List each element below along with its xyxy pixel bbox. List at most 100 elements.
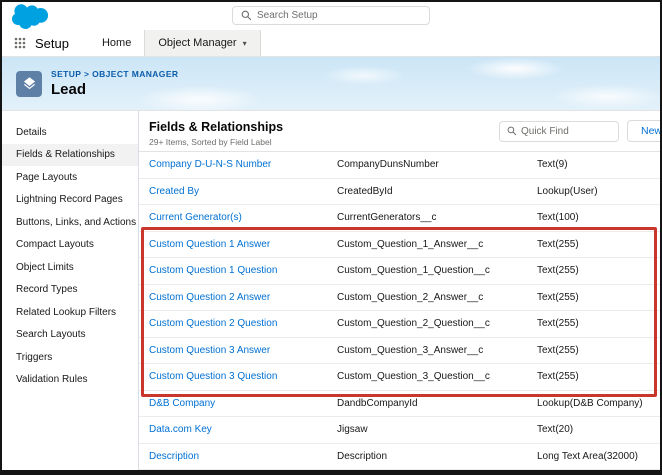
quick-find-input[interactable] xyxy=(520,125,618,137)
field-data-type: Text(255) xyxy=(537,344,579,356)
salesforce-setup-window: Setup Home Object Manager ▾ SETUP > OBJE… xyxy=(0,0,662,475)
sidebar-item-label: Record Types xyxy=(16,284,78,296)
sidebar-item-record-types[interactable]: Record Types xyxy=(2,279,138,302)
field-api-name: Description xyxy=(337,450,388,462)
object-manager-sidebar: Details Fields & Relationships Page Layo… xyxy=(2,111,139,470)
search-icon xyxy=(507,126,517,136)
field-label-link[interactable]: Description xyxy=(149,451,337,462)
field-label-link[interactable]: Current Generator(s) xyxy=(149,212,337,223)
search-icon xyxy=(241,10,252,21)
sidebar-item-label: Related Lookup Filters xyxy=(16,306,117,318)
field-data-type: Text(255) xyxy=(537,371,579,383)
sidebar-item-label: Fields & Relationships xyxy=(16,149,115,161)
app-launcher-icon[interactable] xyxy=(14,37,26,49)
sidebar-item-label: Compact Layouts xyxy=(16,239,94,251)
table-row: Custom Question 1 Question Custom_Questi… xyxy=(139,258,660,285)
chevron-down-icon: ▾ xyxy=(242,38,247,48)
content-body: Details Fields & Relationships Page Layo… xyxy=(2,111,660,470)
sidebar-item-object-limits[interactable]: Object Limits xyxy=(2,256,138,279)
setup-search xyxy=(232,6,430,25)
breadcrumb[interactable]: SETUP > OBJECT MANAGER xyxy=(51,69,178,79)
table-row: Current Generator(s) CurrentGenerators__… xyxy=(139,205,660,232)
field-label-link[interactable]: Custom Question 2 Answer xyxy=(149,292,337,303)
sidebar-item-label: Lightning Record Pages xyxy=(16,194,123,206)
sidebar-item-page-layouts[interactable]: Page Layouts xyxy=(2,166,138,189)
tab-home[interactable]: Home xyxy=(89,30,144,56)
sidebar-item-validation-rules[interactable]: Validation Rules xyxy=(2,369,138,392)
tab-object-manager[interactable]: Object Manager ▾ xyxy=(144,30,261,56)
sidebar-item-triggers[interactable]: Triggers xyxy=(2,346,138,369)
field-label-link[interactable]: Company D-U-N-S Number xyxy=(149,159,337,170)
field-data-type: Long Text Area(32000) xyxy=(537,450,639,462)
sidebar-item-search-layouts[interactable]: Search Layouts xyxy=(2,324,138,347)
sidebar-item-label: Search Layouts xyxy=(16,329,86,341)
sidebar-item-label: Object Limits xyxy=(16,261,74,273)
field-label-link[interactable]: D&B Company xyxy=(149,398,337,409)
field-api-name: CompanyDunsNumber xyxy=(337,159,439,171)
field-data-type: Text(255) xyxy=(537,265,579,277)
table-row: Description Description Long Text Area(3… xyxy=(139,443,660,470)
field-api-name: DandbCompanyId xyxy=(337,397,418,409)
field-data-type: Text(20) xyxy=(537,424,574,436)
salesforce-logo xyxy=(12,3,48,29)
object-page-header: SETUP > OBJECT MANAGER Lead xyxy=(2,57,660,111)
new-field-button[interactable]: New xyxy=(626,120,660,142)
table-row: D&B Company DandbCompanyId Lookup(D&B Co… xyxy=(139,390,660,417)
field-data-type: Text(100) xyxy=(537,212,579,224)
sidebar-item-label: Details xyxy=(16,126,47,138)
field-api-name: CreatedById xyxy=(337,185,393,197)
annotated-rows-group: Custom Question 1 Answer Custom_Question… xyxy=(139,226,660,397)
fields-table: Company D-U-N-S Number CompanyDunsNumber… xyxy=(139,151,660,470)
field-label-link[interactable]: Custom Question 2 Question xyxy=(149,318,337,329)
field-label-link[interactable]: Data.com Key xyxy=(149,424,337,435)
field-api-name: Custom_Question_1_Answer__c xyxy=(337,238,484,250)
field-label-link[interactable]: Custom Question 3 Question xyxy=(149,371,337,382)
table-row: Data.com Key Jigsaw Text(20) xyxy=(139,417,660,444)
list-actions: New xyxy=(498,120,660,142)
field-api-name: Custom_Question_2_Answer__c xyxy=(337,291,484,303)
sidebar-item-label: Validation Rules xyxy=(16,374,88,386)
field-data-type: Lookup(User) xyxy=(537,185,598,197)
tab-home-label: Home xyxy=(101,37,132,49)
sidebar-item-buttons-links-actions[interactable]: Buttons, Links, and Actions xyxy=(2,211,138,234)
table-row: Custom Question 3 Question Custom_Questi… xyxy=(139,364,660,391)
page-title: Lead xyxy=(51,81,87,98)
app-name-label: Setup xyxy=(35,35,69,51)
setup-navbar: Setup Home Object Manager ▾ xyxy=(2,30,660,57)
list-title: Fields & Relationships xyxy=(149,120,284,134)
field-data-type: Lookup(D&B Company) xyxy=(537,397,643,409)
setup-search-input[interactable] xyxy=(257,10,429,21)
field-api-name: Jigsaw xyxy=(337,424,368,436)
sidebar-item-compact-layouts[interactable]: Compact Layouts xyxy=(2,234,138,257)
sidebar-item-fields-relationships[interactable]: Fields & Relationships xyxy=(2,143,138,166)
sidebar-item-label: Triggers xyxy=(16,351,53,363)
list-subtitle: 29+ Items, Sorted by Field Label xyxy=(149,137,272,147)
sidebar-item-details[interactable]: Details xyxy=(2,121,138,144)
quick-find xyxy=(498,120,619,142)
field-label-link[interactable]: Custom Question 1 Question xyxy=(149,265,337,276)
field-data-type: Text(255) xyxy=(537,238,579,250)
list-header: Fields & Relationships 29+ Items, Sorted… xyxy=(139,111,660,151)
field-label-link[interactable]: Created By xyxy=(149,186,337,197)
field-data-type: Text(255) xyxy=(537,291,579,303)
table-row: Company D-U-N-S Number CompanyDunsNumber… xyxy=(139,152,660,179)
table-row: Custom Question 3 Answer Custom_Question… xyxy=(139,337,660,364)
field-label-link[interactable]: Custom Question 1 Answer xyxy=(149,239,337,250)
table-row: Custom Question 2 Question Custom_Questi… xyxy=(139,311,660,338)
fields-relationships-panel: Fields & Relationships 29+ Items, Sorted… xyxy=(139,111,660,470)
field-label-link[interactable]: Custom Question 3 Answer xyxy=(149,345,337,356)
lead-object-icon xyxy=(16,70,42,97)
field-api-name: Custom_Question_2_Question__c xyxy=(337,318,490,330)
table-row: Custom Question 2 Answer Custom_Question… xyxy=(139,284,660,311)
sidebar-item-related-lookup-filters[interactable]: Related Lookup Filters xyxy=(2,301,138,324)
sidebar-item-label: Page Layouts xyxy=(16,171,78,183)
global-header xyxy=(2,2,660,30)
sidebar-item-lightning-record-pages[interactable]: Lightning Record Pages xyxy=(2,189,138,212)
field-api-name: Custom_Question_3_Question__c xyxy=(337,371,490,383)
field-api-name: Custom_Question_1_Question__c xyxy=(337,265,490,277)
table-row: Created By CreatedById Lookup(User) xyxy=(139,178,660,205)
sidebar-item-label: Buttons, Links, and Actions xyxy=(16,216,137,228)
tab-object-manager-label: Object Manager xyxy=(158,37,237,49)
field-data-type: Text(255) xyxy=(537,318,579,330)
field-api-name: CurrentGenerators__c xyxy=(337,212,437,224)
